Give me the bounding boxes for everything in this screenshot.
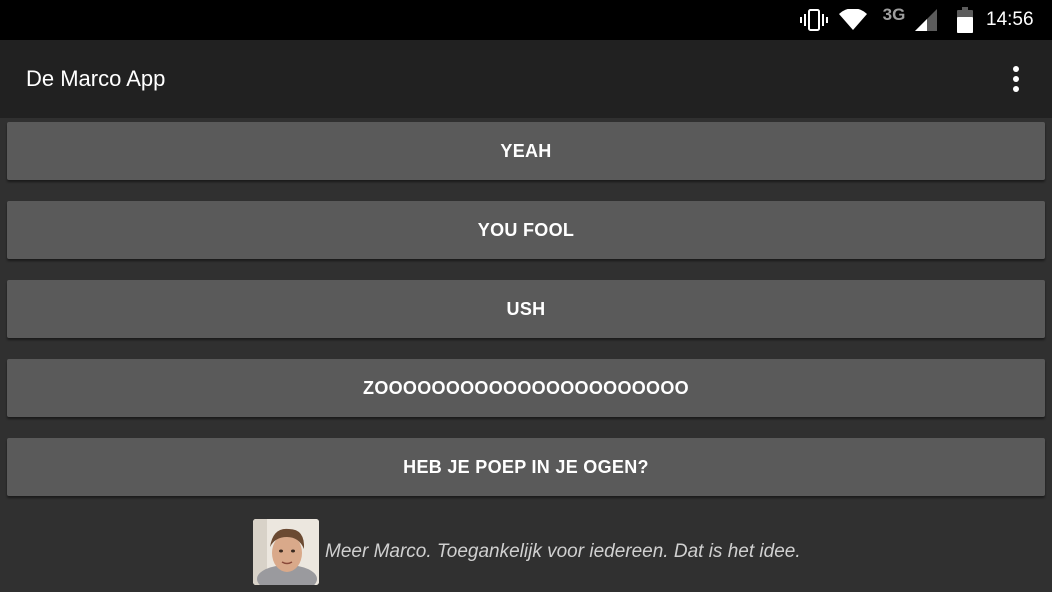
poep-button[interactable]: HEB JE POEP IN JE OGEN? bbox=[7, 438, 1045, 496]
yeah-button[interactable]: YEAH bbox=[7, 122, 1045, 180]
tagline: Meer Marco. Toegankelijk voor iedereen. … bbox=[325, 541, 801, 562]
wifi-icon bbox=[838, 0, 868, 40]
network-type-label: 3G bbox=[882, 5, 906, 24]
main-content: YEAH YOU FOOL USH ZOOOOOOOOOOOOOOOOOOOOO… bbox=[0, 118, 1052, 592]
you-fool-button[interactable]: YOU FOOL bbox=[7, 201, 1045, 259]
app-title: De Marco App bbox=[26, 66, 166, 91]
status-bar: 3G 14:56 bbox=[0, 0, 1052, 40]
ush-button[interactable]: USH bbox=[7, 280, 1045, 338]
more-vert-icon bbox=[1013, 66, 1019, 92]
status-clock: 14:56 bbox=[986, 9, 1034, 30]
avatar bbox=[253, 519, 319, 585]
signal-icon bbox=[912, 0, 940, 40]
overflow-menu-button[interactable] bbox=[996, 59, 1036, 99]
battery-icon bbox=[954, 0, 976, 40]
footer: Meer Marco. Toegankelijk voor iedereen. … bbox=[253, 519, 801, 585]
app-bar: De Marco App bbox=[0, 40, 1052, 118]
zoo-button[interactable]: ZOOOOOOOOOOOOOOOOOOOOOO bbox=[7, 359, 1045, 417]
vibrate-icon bbox=[798, 0, 830, 40]
